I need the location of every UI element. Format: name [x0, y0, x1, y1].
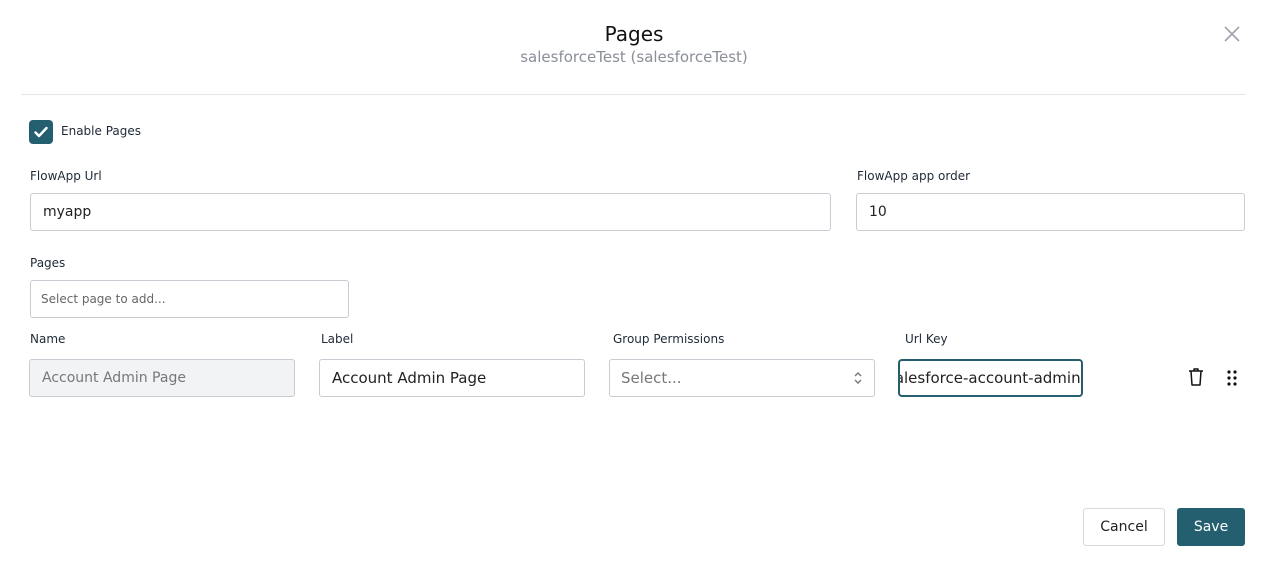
column-name: Name [30, 332, 66, 346]
flowapp-order-input[interactable] [856, 193, 1245, 231]
enable-pages-label: Enable Pages [61, 124, 141, 138]
modal-subtitle: salesforceTest (salesforceTest) [520, 48, 748, 66]
close-icon[interactable] [1222, 24, 1242, 44]
group-permissions-placeholder: Select... [621, 369, 682, 387]
divider [21, 94, 1246, 95]
group-permissions-select[interactable]: Select... [609, 359, 875, 397]
flowapp-url-input[interactable] [30, 193, 831, 231]
column-url-key: Url Key [905, 332, 948, 346]
url-key-input[interactable] [898, 359, 1083, 397]
trash-icon[interactable] [1187, 367, 1205, 387]
column-group-permissions: Group Permissions [613, 332, 725, 346]
check-icon [34, 126, 48, 138]
flowapp-order-label: FlowApp app order [857, 169, 971, 183]
pages-label: Pages [30, 256, 66, 270]
pages-select-input[interactable] [30, 280, 349, 318]
flowapp-url-label: FlowApp Url [30, 169, 102, 183]
enable-pages-checkbox[interactable] [29, 120, 53, 144]
column-label: Label [321, 332, 354, 346]
page-name-input [29, 359, 295, 397]
drag-handle-icon[interactable] [1226, 369, 1238, 387]
save-button[interactable]: Save [1177, 508, 1245, 546]
page-label-input[interactable] [319, 359, 585, 397]
cancel-button[interactable]: Cancel [1083, 508, 1165, 546]
chevron-up-down-icon [854, 372, 862, 384]
modal-title: Pages [604, 22, 664, 46]
